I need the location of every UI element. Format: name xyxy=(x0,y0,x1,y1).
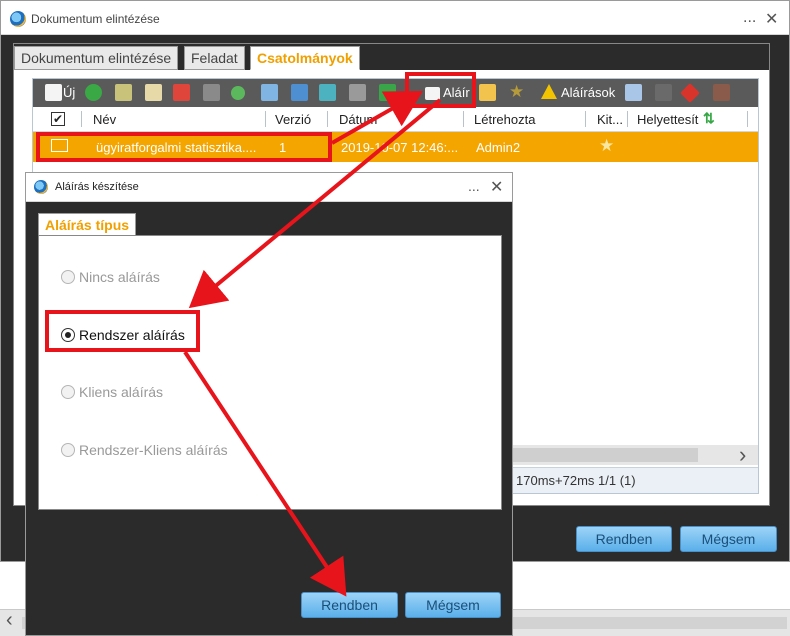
column-separator xyxy=(81,111,82,127)
column-separator xyxy=(747,111,748,127)
status-text: 170ms+72ms 1/1 (1) xyxy=(516,473,636,488)
share-icon[interactable] xyxy=(231,86,245,100)
dialog-titlebar: Aláírás készítése ... ✕ xyxy=(26,173,512,202)
radio-client-signature[interactable]: Kliens aláírás xyxy=(61,384,163,400)
radio-no-signature[interactable]: Nincs aláírás xyxy=(61,269,160,285)
annotation-box-sign xyxy=(405,72,476,108)
radio-system-client-signature[interactable]: Rendszer-Kliens aláírás xyxy=(61,442,228,458)
scroll-right-icon[interactable]: › xyxy=(739,442,746,468)
signature-dialog: Aláírás készítése ... ✕ Aláírás típus Ni… xyxy=(25,172,513,636)
column-header-created-by[interactable]: Létrehozta xyxy=(474,112,535,127)
archive-icon[interactable] xyxy=(713,84,730,101)
dialog-minimize-button[interactable]: ... xyxy=(468,178,480,194)
annotation-box-option xyxy=(45,310,200,352)
delete-icon[interactable] xyxy=(173,84,190,101)
column-separator xyxy=(627,111,628,127)
column-header-version[interactable]: Verzió xyxy=(275,112,311,127)
new-document-icon[interactable] xyxy=(45,84,62,101)
copy-icon[interactable] xyxy=(291,84,308,101)
folder-icon[interactable] xyxy=(479,84,496,101)
tab-dokumentum-elintezese[interactable]: Dokumentum elintézése xyxy=(14,46,179,70)
attachments-toolbar: Új Aláír ★ Aláírások xyxy=(33,79,758,107)
column-separator xyxy=(265,111,266,127)
columns-icon[interactable] xyxy=(349,84,366,101)
email-icon[interactable] xyxy=(261,84,278,101)
horizontal-scrollbar[interactable]: › xyxy=(503,442,758,468)
column-header-substitute[interactable]: Helyettesít xyxy=(637,112,698,127)
scanner-icon[interactable] xyxy=(115,84,132,101)
signatures-button[interactable]: Aláírások xyxy=(561,85,615,100)
annotation-box-row xyxy=(36,132,332,162)
grid-header: ✔ Név Verzió Dátum Létrehozta Kit... Hel… xyxy=(33,107,758,132)
outer-window-title: Dokumentum elintézése xyxy=(31,12,160,26)
radio-label: Kliens aláírás xyxy=(79,384,164,400)
scroll-left-icon[interactable]: ‹ xyxy=(6,609,13,632)
excel-icon[interactable] xyxy=(379,84,396,101)
column-header-name[interactable]: Név xyxy=(93,112,116,127)
row-created-by: Admin2 xyxy=(476,140,521,155)
new-button[interactable]: Új xyxy=(63,85,75,100)
sync-icon[interactable]: ⇅ xyxy=(703,110,715,127)
star-icon: ★ xyxy=(599,136,615,155)
column-header-kit[interactable]: Kit... xyxy=(597,112,623,127)
select-all-checkbox[interactable]: ✔ xyxy=(51,112,65,126)
warning-icon xyxy=(541,84,557,99)
download-icon[interactable] xyxy=(85,84,102,101)
radio-label: Nincs aláírás xyxy=(79,269,160,285)
tab-signature-type[interactable]: Aláírás típus xyxy=(38,213,137,235)
star-icon[interactable]: ★ xyxy=(509,83,527,101)
radio-button[interactable] xyxy=(61,385,75,399)
dialog-close-button[interactable]: ✕ xyxy=(490,177,503,197)
dialog-title: Aláírás készítése xyxy=(55,181,139,193)
column-header-date[interactable]: Dátum xyxy=(339,112,377,127)
tab-strip: Dokumentum elintézése Feladat Csatolmány… xyxy=(14,44,769,70)
outer-titlebar: Dokumentum elintézése ... ✕ xyxy=(1,1,789,35)
signature-type-panel: Nincs aláírás Rendszer aláírás Kliens al… xyxy=(38,235,502,510)
calendar-icon[interactable] xyxy=(625,84,642,101)
minimize-button[interactable]: ... xyxy=(743,9,756,27)
ok-button[interactable]: Rendben xyxy=(576,526,672,552)
browser-icon xyxy=(34,180,48,194)
alert-icon[interactable] xyxy=(680,83,700,103)
lock-icon[interactable] xyxy=(655,84,672,101)
dialog-ok-button[interactable]: Rendben xyxy=(301,592,398,618)
radio-button[interactable] xyxy=(61,270,75,284)
edit-icon[interactable] xyxy=(145,84,162,101)
close-button[interactable]: ✕ xyxy=(765,9,778,29)
radio-label: Rendszer-Kliens aláírás xyxy=(79,442,228,458)
browser-icon xyxy=(10,11,26,27)
scrollbar-thumb[interactable] xyxy=(503,448,698,462)
column-separator xyxy=(463,111,464,127)
radio-button[interactable] xyxy=(61,443,75,457)
cancel-button[interactable]: Mégsem xyxy=(680,526,777,552)
document-icon[interactable] xyxy=(203,84,220,101)
column-separator xyxy=(327,111,328,127)
tab-feladat[interactable]: Feladat xyxy=(184,46,245,70)
refresh-icon[interactable] xyxy=(319,84,336,101)
dialog-cancel-button[interactable]: Mégsem xyxy=(405,592,501,618)
row-date: 2019-10-07 12:46:... xyxy=(341,140,459,155)
tab-csatolmanyok[interactable]: Csatolmányok xyxy=(250,46,360,70)
column-separator xyxy=(585,111,586,127)
grid-status-bar: 170ms+72ms 1/1 (1) xyxy=(503,467,758,493)
